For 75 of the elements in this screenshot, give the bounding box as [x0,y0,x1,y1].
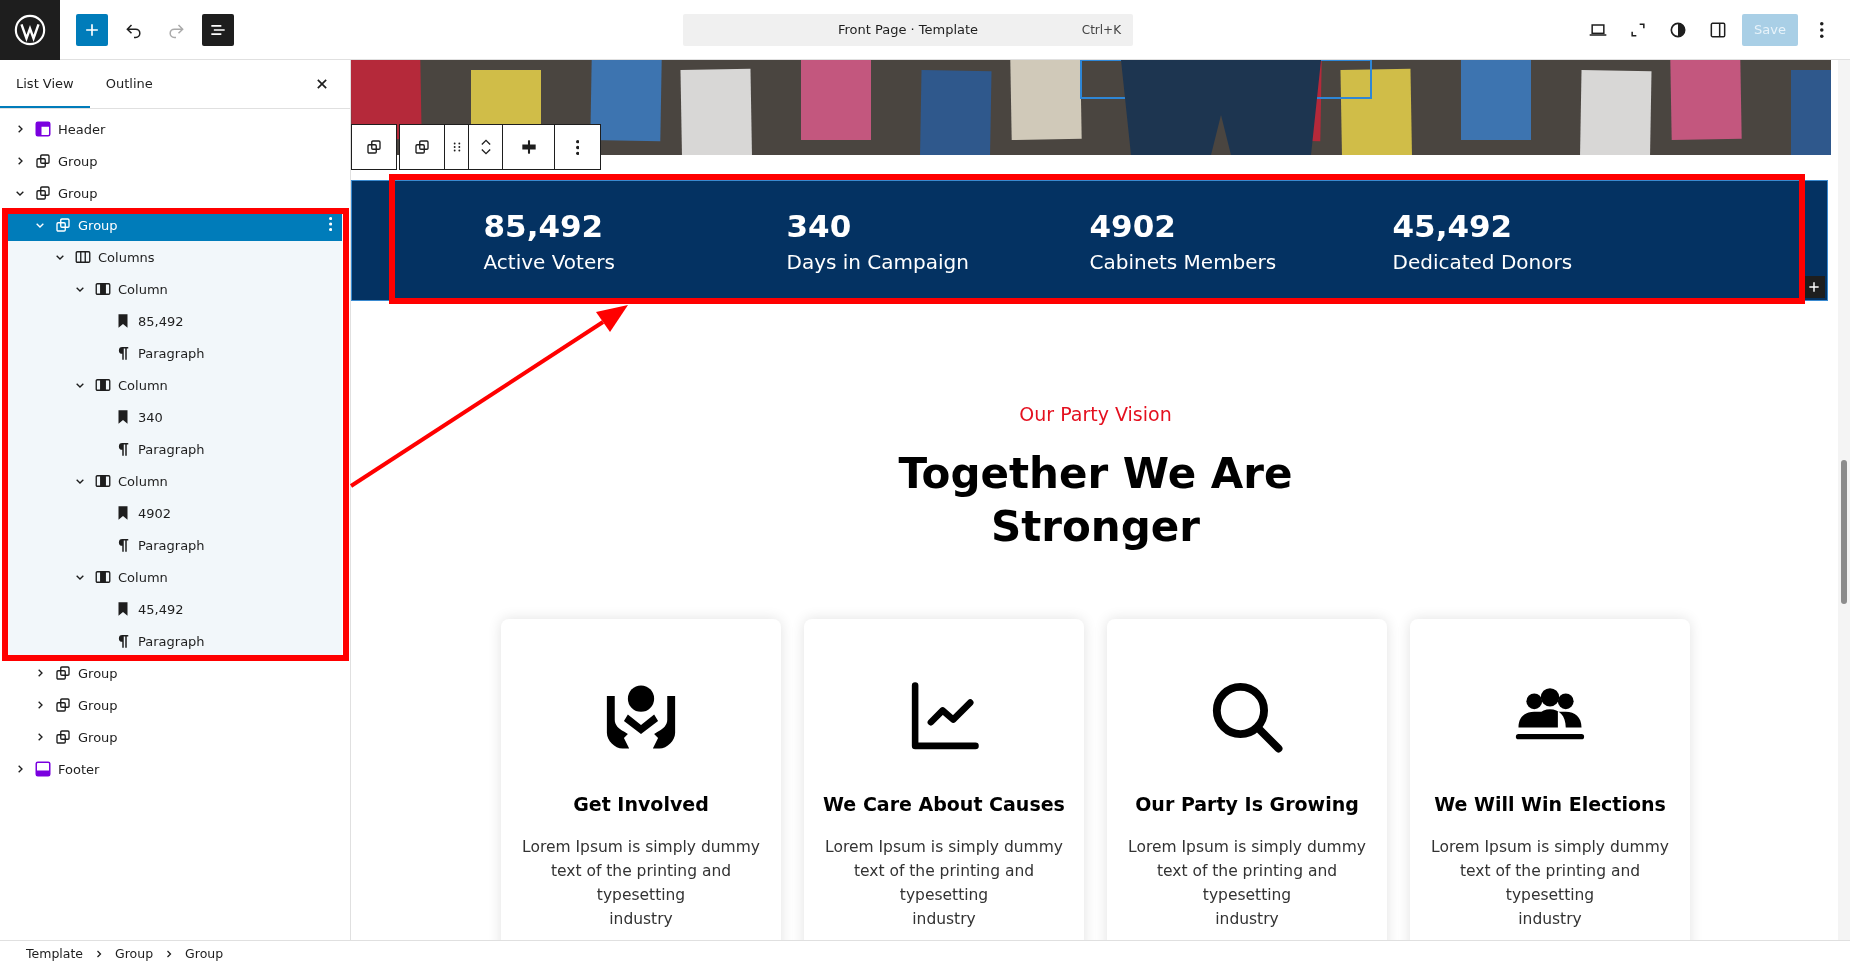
card-title: We Care About Causes [823,793,1065,815]
group-icon [54,728,72,746]
list-view-item[interactable]: Paragraph [6,625,342,657]
card-title: Our Party Is Growing [1135,793,1359,815]
list-view-item[interactable]: Paragraph [6,433,342,465]
list-view-item[interactable]: Columns [6,241,342,273]
plus-icon [1807,280,1821,294]
breadcrumb-link[interactable]: Group [185,946,224,961]
options-icon [1820,21,1824,38]
column-icon [94,376,112,394]
list-view-item[interactable]: Column [6,465,342,497]
group-icon [54,696,72,714]
list-view-item[interactable]: Group [6,145,342,177]
list-view-item[interactable]: 340 [6,401,342,433]
sidebar-tab[interactable]: Outline [89,60,169,108]
options-icon [328,216,332,231]
list-view-item[interactable]: Footer [6,753,342,785]
card-text: Lorem Ipsum is simply dummy text of the printing and typesetting industry [521,837,761,930]
stat-number: 4902 [1089,207,1177,244]
stat-label: Dedicated Donors [1392,249,1574,274]
footer-icon [34,760,52,778]
stat-number: 85,492 [483,207,605,244]
breadcrumb-link[interactable]: Template [26,946,84,961]
stat-label: Active Voters [483,249,616,274]
scrollbar[interactable] [1838,60,1850,940]
list-view-item[interactable]: 4902 [6,497,342,529]
wordpress-logo[interactable] [0,0,60,60]
wordpress-icon [13,12,47,47]
add-block-button[interactable] [1803,276,1825,298]
group-icon [34,152,52,170]
card-text: Lorem Ipsum is simply dummy text of the printing and typesetting industry [1430,837,1670,930]
section-heading: Together We Are Stronger [897,448,1294,553]
list-view-item[interactable]: Group [6,657,342,689]
sidebar-tab[interactable]: List View [0,60,90,108]
list-view-item[interactable]: Paragraph [6,529,342,561]
drag-handle[interactable] [445,124,469,170]
card-text: Lorem Ipsum is simply dummy text of the printing and typesetting industry [824,837,1064,930]
list-view-item[interactable]: Column [6,561,342,593]
block-options-button[interactable] [555,124,601,170]
stat-number: 45,492 [1392,207,1514,244]
group-icon [54,664,72,682]
list-view-item[interactable]: Group [6,177,342,209]
justify-button[interactable] [503,124,555,170]
card-title: We Will Win Elections [1434,793,1666,815]
list-view-item[interactable]: Group [6,721,342,753]
add-block-button[interactable] [76,13,108,46]
card-title: Get Involved [573,793,709,815]
list-view-item[interactable]: 85,492 [6,305,342,337]
column-icon [94,472,112,490]
section-eyebrow: Our Party Vision [1019,403,1172,425]
select-parent-button[interactable] [351,124,397,170]
list-view-item[interactable]: 45,492 [6,593,342,625]
group-icon [365,138,383,156]
card-text: Lorem Ipsum is simply dummy text of the printing and typesetting industry [1127,837,1367,930]
command-bar[interactable]: Front Page · Template Ctrl+K [683,13,1134,46]
stat-label: Days in Campaign [786,249,970,274]
options-icon [575,139,580,155]
column-icon [94,568,112,586]
column-icon [94,280,112,298]
group-icon [54,216,72,234]
move-button[interactable] [469,124,503,170]
list-view-item[interactable]: Paragraph [6,337,342,369]
list-view-item[interactable]: Column [6,369,342,401]
list-view-item[interactable]: Column [6,273,342,305]
columns-icon [74,248,92,266]
group-icon [34,184,52,202]
group-icon [413,138,431,156]
list-view-item[interactable]: Header [6,113,342,145]
list-view-button[interactable] [202,13,234,46]
stat-number: 340 [786,207,853,244]
list-view-item[interactable]: Group [6,689,342,721]
breadcrumb-link[interactable]: Group [115,946,154,961]
stat-label: Cabinets Members [1089,249,1278,274]
header-icon [34,120,52,138]
block-type-button[interactable] [399,124,445,170]
